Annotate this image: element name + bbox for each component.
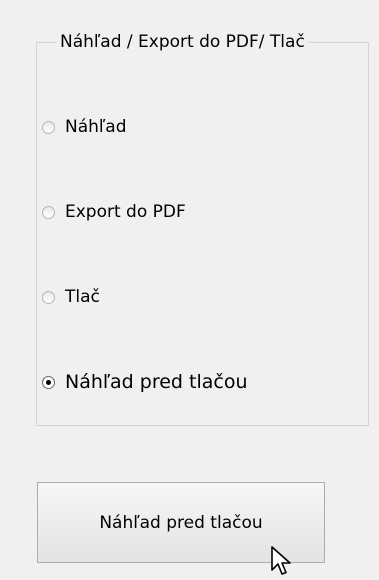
radio-option-nahlad[interactable]: Náhľad [42, 112, 127, 142]
radio-option-nahlad-pred-tlacou[interactable]: Náhľad pred tlačou [42, 367, 248, 397]
print-preview-button[interactable]: Náhľad pred tlačou [37, 482, 325, 563]
radio-option-label: Export do PDF [65, 202, 186, 222]
radio-button-icon[interactable] [42, 290, 55, 304]
radio-button-icon[interactable] [42, 120, 55, 134]
radio-option-label: Tlač [65, 287, 100, 307]
radio-option-label: Náhľad pred tlačou [65, 371, 248, 393]
radio-option-label: Náhľad [65, 117, 127, 137]
radio-button-icon[interactable] [42, 205, 55, 219]
radio-button-checked-icon[interactable] [42, 375, 55, 389]
radio-option-tlac[interactable]: Tlač [42, 282, 100, 312]
radio-option-export-pdf[interactable]: Export do PDF [42, 197, 186, 227]
groupbox-legend: Náhľad / Export do PDF/ Tlač [56, 28, 309, 56]
